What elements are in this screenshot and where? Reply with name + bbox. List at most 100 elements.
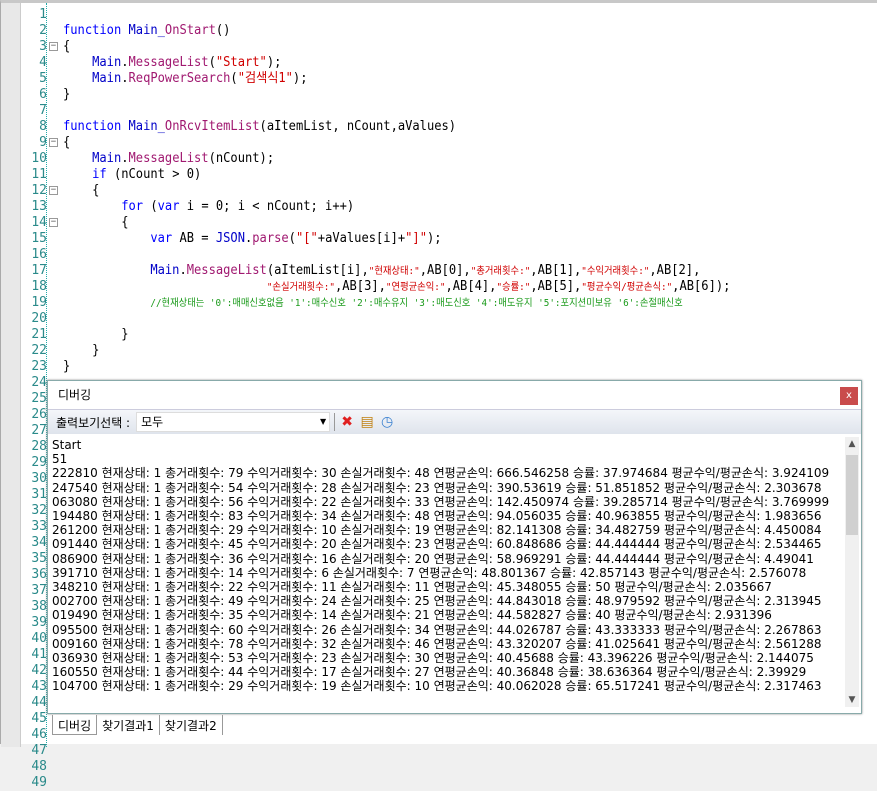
code-line[interactable]: Main.MessageList(nCount);: [63, 151, 274, 167]
code-token: "총거래횟수:": [470, 266, 531, 277]
code-token: ,AB[3],: [334, 279, 386, 294]
code-token: "평균수익/평균손식:": [581, 282, 673, 293]
clock-icon[interactable]: ◷: [379, 414, 395, 430]
fold-toggle-icon[interactable]: −: [49, 186, 58, 195]
code-token: (: [143, 199, 158, 214]
output-filter-select[interactable]: 모두 ▼: [136, 412, 331, 432]
code-line[interactable]: {: [63, 183, 99, 199]
code-token: ,AB[1],: [530, 263, 582, 278]
line-number: 18: [31, 279, 47, 294]
line-number: 45: [31, 711, 47, 726]
code-token: (): [215, 23, 231, 38]
code-token: var: [157, 199, 180, 214]
fold-toggle-icon[interactable]: −: [49, 138, 58, 147]
line-number: 44: [31, 695, 47, 710]
line-number: 3: [39, 39, 47, 54]
code-token: function: [63, 119, 129, 134]
code-token: (: [230, 71, 238, 86]
scroll-down-icon[interactable]: ▼: [845, 695, 859, 705]
code-token: OnRcvItemList: [164, 119, 260, 134]
code-line[interactable]: }: [63, 343, 99, 359]
line-number: 40: [31, 631, 47, 646]
code-line[interactable]: Main.MessageList(aItemList[i],"현재상태:",AB…: [63, 263, 700, 279]
code-line[interactable]: }: [63, 327, 128, 343]
line-number: 2: [39, 23, 47, 38]
line-number: 42: [31, 663, 47, 678]
tab-3[interactable]: 찾기결과2: [160, 715, 223, 735]
debug-log[interactable]: Start 51 222810 현재상태: 1 총거래횟수: 79 수익거래횟수: …: [52, 437, 847, 707]
code-token: ReqPowerSearch: [128, 71, 231, 86]
code-token: {: [63, 183, 100, 198]
code-token: (aItemList[i],: [266, 263, 369, 278]
line-number: 14: [31, 215, 47, 230]
line-number: 39: [31, 615, 47, 630]
code-token: );: [426, 231, 442, 246]
chevron-down-icon: ▼: [319, 417, 327, 426]
code-token: Main: [92, 71, 122, 86]
log-line: 247540 현재상태: 1 총거래횟수: 54 수익거래횟수: 28 손실거래…: [52, 480, 822, 495]
line-number: 7: [39, 103, 47, 118]
line-number: 15: [31, 231, 47, 246]
line-number: 19: [31, 295, 47, 310]
code-token: (nCount);: [208, 151, 275, 166]
log-line: 091440 현재상태: 1 총거래횟수: 45 수익거래횟수: 20 손실거래…: [52, 537, 822, 552]
line-number: 48: [31, 759, 47, 774]
code-line[interactable]: }: [63, 359, 70, 375]
line-number: 31: [31, 487, 47, 502]
tab-1[interactable]: 디버깅: [52, 715, 98, 735]
line-number: 36: [31, 567, 47, 582]
code-line[interactable]: Main.ReqPowerSearch("검색식1");: [63, 71, 307, 87]
code-token: MessageList: [128, 55, 209, 70]
code-token: function: [63, 23, 129, 38]
log-line: 222810 현재상태: 1 총거래횟수: 79 수익거래횟수: 30 손실거래…: [52, 466, 830, 481]
log-line: 019490 현재상태: 1 총거래횟수: 35 수익거래횟수: 14 손실거래…: [52, 608, 772, 623]
code-token: ,AB[4],: [445, 279, 497, 294]
code-line[interactable]: function Main_OnRcvItemList(aItemList, n…: [63, 119, 456, 135]
code-line[interactable]: for (var i = 0; i < nCount; i++): [63, 199, 354, 215]
code-token: MessageList: [186, 263, 267, 278]
editor-margin: [1, 3, 21, 747]
code-token: if: [92, 167, 107, 182]
code-line[interactable]: var AB = JSON.parse("["+aValues[i]+"]");: [63, 231, 442, 247]
scroll-up-icon[interactable]: ▲: [845, 439, 859, 449]
code-line[interactable]: {: [63, 39, 70, 55]
fold-toggle-icon[interactable]: −: [49, 218, 58, 227]
code-line[interactable]: "손실거래횟수:",AB[3],"연평균손익:",AB[4],"승률:",AB[…: [63, 279, 731, 295]
log-line: 261200 현재상태: 1 총거래횟수: 29 수익거래횟수: 10 손실거래…: [52, 523, 822, 538]
vertical-scrollbar[interactable]: ▲ ▼: [845, 437, 859, 707]
code-line[interactable]: //현재상태는 '0':매매신호없음 '1':매수신호 '2':매수유지 '3'…: [63, 295, 683, 311]
code-line[interactable]: function Main_OnStart(): [63, 23, 230, 39]
code-token: AB =: [172, 231, 216, 246]
line-number: 1: [39, 7, 47, 22]
code-line[interactable]: {: [63, 135, 70, 151]
tab-2[interactable]: 찾기결과1: [97, 715, 160, 735]
line-number: 9: [39, 135, 47, 150]
code-line[interactable]: {: [63, 215, 128, 231]
line-number: 29: [31, 455, 47, 470]
code-line[interactable]: if (nCount > 0): [63, 167, 201, 183]
close-button[interactable]: x: [840, 387, 858, 405]
scrollbar-thumb[interactable]: [846, 455, 858, 535]
code-token: //현재상태는 '0':매매신호없음 '1':매수신호 '2':매수유지 '3'…: [150, 298, 683, 309]
line-number: 26: [31, 407, 47, 422]
log-line: 51: [52, 452, 68, 467]
code-token: {: [63, 135, 71, 150]
copy-icon[interactable]: ▤: [359, 414, 375, 430]
line-number: 33: [31, 519, 47, 534]
line-number: 22: [31, 343, 47, 358]
code-token: "현재상태:": [368, 266, 420, 277]
log-line: 194480 현재상태: 1 총거래횟수: 83 수익거래횟수: 34 손실거래…: [52, 509, 822, 524]
toolbar-divider: [334, 413, 336, 431]
log-line: 391710 현재상태: 1 총거래횟수: 14 수익거래횟수: 6 손실거래횟…: [52, 565, 807, 580]
line-number: 5: [39, 71, 47, 86]
code-line[interactable]: Main.MessageList("Start");: [63, 55, 281, 71]
code-line[interactable]: }: [63, 87, 70, 103]
clear-icon[interactable]: ✖: [339, 414, 355, 430]
code-token: (nCount > 0): [106, 167, 202, 182]
code-token: "수익거래횟수:": [581, 266, 650, 277]
fold-toggle-icon[interactable]: −: [49, 42, 58, 51]
line-number: 35: [31, 551, 47, 566]
